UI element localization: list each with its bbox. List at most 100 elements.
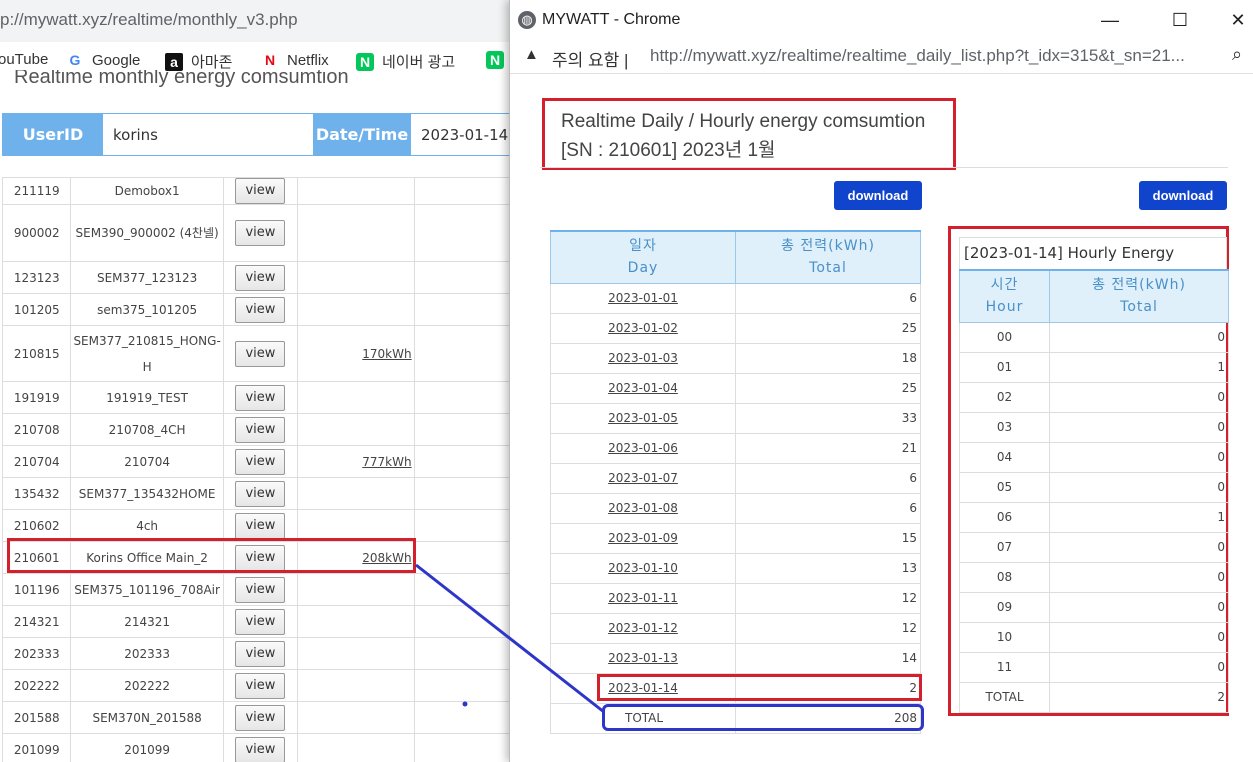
table-row: 10 0	[959, 621, 1229, 653]
close-button[interactable]: ✕	[1218, 6, 1253, 34]
table-row: 2023-01-05 33	[550, 402, 921, 434]
view-button[interactable]: view	[235, 448, 286, 475]
view-button[interactable]: view	[235, 736, 286, 762]
view-button[interactable]: view	[235, 640, 286, 667]
table-row: 2023-01-02 25	[550, 312, 921, 344]
date-time-input[interactable]: 2023-01-14	[411, 114, 517, 155]
user-id-label: UserID	[3, 114, 103, 155]
bookmark-label: Google	[92, 51, 141, 69]
background-page-title: Realtime monthly energy comsumtion	[14, 70, 349, 88]
popup-url-text: http://mywatt.xyz/realtime/realtime_dail…	[650, 46, 1185, 65]
background-address-bar[interactable]: p://mywatt.xyz/realtime/monthly_v3.php	[0, 0, 520, 42]
view-button[interactable]: view	[235, 480, 286, 507]
table-row: 06 1	[959, 501, 1229, 533]
day-link[interactable]: 2023-01-07	[608, 471, 678, 485]
table-row: 2023-01-13 14	[550, 642, 921, 674]
minimize-button[interactable]: —	[1090, 6, 1130, 34]
table-row: 191919 191919_TEST view	[1, 381, 519, 414]
view-button[interactable]: view	[235, 512, 286, 539]
table-row: 2023-01-14 2	[550, 672, 921, 704]
day-link[interactable]: 2023-01-13	[608, 651, 678, 665]
view-button[interactable]: view	[235, 264, 286, 291]
search-form: UserID korins Date/Time 2023-01-14	[2, 113, 518, 156]
view-button[interactable]: view	[235, 544, 286, 571]
view-button[interactable]: view	[235, 704, 286, 731]
day-link[interactable]: 2023-01-10	[608, 561, 678, 575]
table-row: 214321 214321 view	[1, 605, 519, 638]
day-link[interactable]: 2023-01-12	[608, 621, 678, 635]
table-row: 202333 202333 view	[1, 637, 519, 670]
table-row: 00 0	[959, 321, 1229, 353]
bookmark-naver-ads[interactable]: N 네이버 광고	[356, 51, 455, 72]
hourly-energy-table: 시간 Hour 총 전력(kWh) Total 00 0 01 1 02 0 03 0 04…	[959, 269, 1229, 713]
title-bar: ◍ MYWATT - Chrome — ☐ ✕	[510, 0, 1253, 40]
date-time-label: Date/Time	[313, 114, 411, 155]
day-link[interactable]: 2023-01-03	[608, 351, 678, 365]
bookmark-label: 네이버 광고	[382, 54, 456, 71]
day-link[interactable]: 2023-01-01	[608, 291, 678, 305]
usage-link[interactable]: 208kWh	[362, 551, 411, 565]
popup-address-bar[interactable]: ▲ 주의 요함 | http://mywatt.xyz/realtime/rea…	[510, 40, 1253, 74]
table-row: 2023-01-04 25	[550, 372, 921, 404]
zoom-icon[interactable]: ⌕	[1232, 44, 1242, 65]
table-row: 201099 201099 view	[1, 733, 519, 762]
view-button[interactable]: view	[235, 672, 286, 699]
table-row: 2023-01-07 6	[550, 462, 921, 494]
bookmark-google[interactable]: G Google	[66, 51, 141, 69]
view-button[interactable]: view	[235, 576, 286, 603]
page-title-line1: Realtime Daily / Hourly energy comsumtio…	[561, 111, 926, 132]
table-row: 211119 Demobox1 view	[1, 177, 519, 205]
day-link[interactable]: 2023-01-04	[608, 381, 678, 395]
table-row: 02 0	[959, 381, 1229, 413]
view-button[interactable]: view	[235, 178, 286, 204]
view-button[interactable]: view	[235, 416, 286, 443]
table-row: 201588 SEM370N_201588 view	[1, 701, 519, 734]
bookmark-netflix[interactable]: N Netflix	[261, 51, 329, 69]
table-row: 210704 210704 view 777kWh	[1, 445, 519, 478]
hour-column-header: 시간 Hour	[959, 269, 1050, 323]
table-row: 2023-01-11 12	[550, 582, 921, 614]
day-link[interactable]: 2023-01-14	[608, 681, 678, 695]
warning-icon: ▲	[524, 46, 539, 63]
table-row: 2023-01-10 13	[550, 552, 921, 584]
table-row: 210815 SEM377_210815_HONG-H view 170kWh	[1, 325, 519, 382]
bookmark-label: Netflix	[287, 51, 329, 69]
view-button[interactable]: view	[235, 384, 286, 411]
maximize-button[interactable]: ☐	[1160, 6, 1200, 34]
day-link[interactable]: 2023-01-05	[608, 411, 678, 425]
day-link[interactable]: 2023-01-06	[608, 441, 678, 455]
hourly-panel-title: [2023-01-14] Hourly Energy	[959, 237, 1227, 273]
view-button[interactable]: view	[235, 296, 286, 323]
download-daily-button[interactable]: download	[834, 181, 922, 210]
bookmark-youtube[interactable]: ouTube	[0, 51, 48, 68]
naver-icon: N	[356, 52, 374, 71]
table-row: 135432 SEM377_135432HOME view	[1, 477, 519, 510]
amazon-icon: a	[165, 52, 183, 71]
table-row: 202222 202222 view	[1, 669, 519, 702]
usage-link[interactable]: 777kWh	[362, 455, 411, 469]
day-column-header: 일자 Day	[550, 230, 736, 284]
download-hourly-button[interactable]: download	[1139, 181, 1227, 210]
background-url-text: p://mywatt.xyz/realtime/monthly_v3.php	[0, 10, 298, 29]
bookmark-amazon[interactable]: a 아마존	[165, 51, 232, 72]
table-row: 08 0	[959, 561, 1229, 593]
popup-chrome-window: ◍ MYWATT - Chrome — ☐ ✕ ▲ 주의 요함 | http:/…	[509, 0, 1253, 762]
day-link[interactable]: 2023-01-02	[608, 321, 678, 335]
table-row: 101205 sem375_101205 view	[1, 293, 519, 326]
view-button[interactable]: view	[235, 608, 286, 635]
total-column-header: 총 전력(kWh) Total	[1049, 269, 1229, 323]
day-link[interactable]: 2023-01-11	[608, 591, 678, 605]
view-button[interactable]: view	[235, 340, 286, 367]
day-link[interactable]: 2023-01-09	[608, 531, 678, 545]
user-id-input[interactable]: korins	[103, 114, 313, 155]
table-row: 2023-01-03 18	[550, 342, 921, 374]
usage-link[interactable]: 170kWh	[362, 347, 411, 361]
divider	[540, 167, 1228, 168]
table-row: 210601 Korins Office Main_2 view 208kWh	[1, 541, 519, 574]
table-row: 123123 SEM377_123123 view	[1, 261, 519, 294]
globe-icon: ◍	[518, 11, 536, 29]
day-link[interactable]: 2023-01-08	[608, 501, 678, 515]
table-row: 210708 210708_4CH view	[1, 413, 519, 446]
bookmark-label: 아마존	[191, 54, 233, 71]
view-button[interactable]: view	[235, 220, 286, 246]
